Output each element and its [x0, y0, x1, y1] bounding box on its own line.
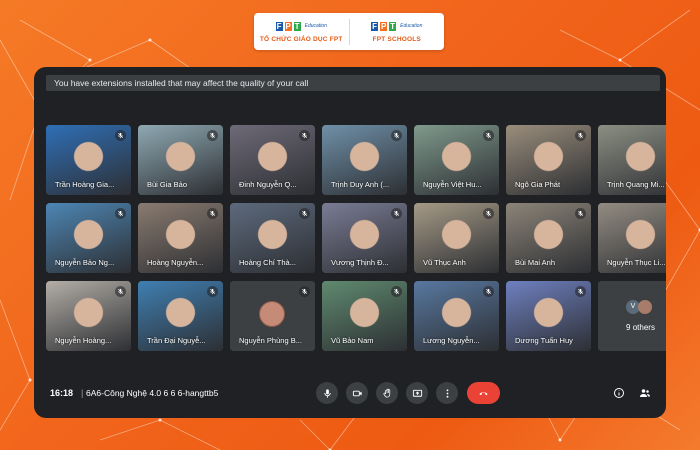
- participant-tile[interactable]: Bùi Mai Anh: [506, 203, 591, 273]
- present-icon: [412, 389, 422, 397]
- fpt-letter-f: F: [275, 21, 283, 31]
- participant-name: Nguyễn Bảo Ng...: [55, 258, 115, 267]
- fpt-logo-banner: F P T Education TỔ CHỨC GIÁO DỤC FPT F P…: [254, 13, 444, 50]
- fpt-education-logo: F P T Education TỔ CHỨC GIÁO DỤC FPT: [254, 13, 349, 50]
- mic-off-icon: [299, 286, 310, 297]
- raise-hand-button[interactable]: [376, 382, 398, 404]
- participant-name: Vương Thịnh Đ...: [331, 258, 389, 267]
- avatar: [259, 301, 285, 327]
- participant-tile[interactable]: Ngô Gia Phát: [506, 125, 591, 195]
- mic-off-icon: [207, 130, 218, 141]
- fpt-letter-f: F: [371, 21, 379, 31]
- end-call-button[interactable]: [467, 382, 500, 404]
- others-count: 9 others: [626, 323, 655, 332]
- mic-off-icon: [115, 130, 126, 141]
- mic-off-icon: [391, 130, 402, 141]
- end-call-icon: [479, 391, 488, 395]
- mic-off-icon: [483, 130, 494, 141]
- participant-tile[interactable]: Lương Nguyễn...: [414, 281, 499, 351]
- mic-off-icon: [575, 208, 586, 219]
- fpt-letter-p: P: [284, 21, 292, 31]
- participant-tile[interactable]: Trịnh Quang Mi...: [598, 125, 666, 195]
- education-label: Education: [304, 23, 327, 29]
- participant-name: Dương Tuấn Huy: [515, 336, 573, 345]
- participant-name: Bùi Mai Anh: [515, 258, 556, 267]
- participant-name: Vũ Thục Anh: [423, 258, 466, 267]
- mic-off-icon: [483, 286, 494, 297]
- mic-off-icon: [115, 208, 126, 219]
- participant-name: Bùi Gia Bảo: [147, 180, 188, 189]
- participant-tile[interactable]: Hoàng Nguyễn...: [138, 203, 223, 273]
- mic-off-icon: [207, 286, 218, 297]
- more-options-icon: [446, 388, 448, 398]
- education-label: Education: [400, 23, 423, 29]
- mic-off-icon: [575, 130, 586, 141]
- others-tile[interactable]: V 9 others: [598, 281, 666, 351]
- mic-off-icon: [299, 208, 310, 219]
- participant-name: Trịnh Duy Anh (...: [331, 180, 390, 189]
- participant-name: Hoàng Nguyễn...: [147, 258, 204, 267]
- video-feed: [598, 281, 666, 351]
- meet-window: You have extensions installed that may a…: [34, 67, 666, 418]
- info-button[interactable]: [611, 385, 627, 401]
- participant-tile[interactable]: Vương Thịnh Đ...: [322, 203, 407, 273]
- raise-hand-icon: [382, 388, 390, 398]
- participant-tile[interactable]: Nguyễn Thục Li...: [598, 203, 666, 273]
- participant-tile[interactable]: Vũ Bảo Nam: [322, 281, 407, 351]
- participant-tile[interactable]: Nguyễn Hoàng...: [46, 281, 131, 351]
- participant-tile[interactable]: Vũ Thục Anh: [414, 203, 499, 273]
- camera-icon: [352, 390, 362, 396]
- meeting-time: 16:18: [50, 388, 74, 398]
- participant-name: Nguyễn Phùng B...: [239, 336, 302, 345]
- camera-button[interactable]: [346, 382, 368, 404]
- extensions-warning: You have extensions installed that may a…: [46, 75, 660, 91]
- participant-tile[interactable]: Trần Hoàng Gia...: [46, 125, 131, 195]
- mic-button[interactable]: [316, 382, 338, 404]
- participant-tile[interactable]: Nguyễn Việt Hu...: [414, 125, 499, 195]
- avatar: [638, 300, 652, 314]
- fpt-letter-p: P: [380, 21, 388, 31]
- mic-icon: [323, 388, 331, 398]
- meeting-name: 6A6-Công Nghệ 4.0 6 6 6-hangttb5: [86, 388, 219, 398]
- mic-off-icon: [391, 286, 402, 297]
- more-options-button[interactable]: [436, 382, 458, 404]
- fpt-letter-t: T: [293, 21, 301, 31]
- separator: |: [81, 388, 84, 398]
- participant-tile[interactable]: Hoàng Chí Thà...: [230, 203, 315, 273]
- info-icon: [614, 388, 624, 398]
- participant-name: Lương Nguyễn...: [423, 336, 480, 345]
- participant-tile[interactable]: Bùi Gia Bảo: [138, 125, 223, 195]
- fpt-letter-t: T: [389, 21, 397, 31]
- participant-name: Vũ Bảo Nam: [331, 336, 374, 345]
- participant-tile[interactable]: Trịnh Duy Anh (...: [322, 125, 407, 195]
- right-logo-text: FPT SCHOOLS: [372, 36, 421, 43]
- participant-tile[interactable]: Đinh Nguyễn Q...: [230, 125, 315, 195]
- people-icon: [640, 389, 650, 397]
- participant-name: Trần Hoàng Gia...: [55, 180, 115, 189]
- participant-name: Hoàng Chí Thà...: [239, 258, 296, 267]
- mic-off-icon: [207, 208, 218, 219]
- participant-name: Trần Đại Nguyễ...: [147, 336, 206, 345]
- participant-tile[interactable]: Dương Tuấn Huy: [506, 281, 591, 351]
- mic-off-icon: [483, 208, 494, 219]
- participant-name: Nguyễn Hoàng...: [55, 336, 112, 345]
- mic-off-icon: [575, 286, 586, 297]
- participant-tile[interactable]: Nguyễn Phùng B...: [230, 281, 315, 351]
- mic-off-icon: [299, 130, 310, 141]
- participant-name: Trịnh Quang Mi...: [607, 180, 665, 189]
- left-logo-text: TỔ CHỨC GIÁO DỤC FPT: [259, 36, 343, 43]
- people-button[interactable]: [637, 385, 653, 401]
- participant-tile[interactable]: Trần Đại Nguyễ...: [138, 281, 223, 351]
- present-button[interactable]: [406, 382, 428, 404]
- mic-off-icon: [115, 286, 126, 297]
- participant-tile[interactable]: Nguyễn Bảo Ng...: [46, 203, 131, 273]
- participant-name: Nguyễn Việt Hu...: [423, 180, 482, 189]
- others-avatars: V: [626, 300, 656, 314]
- participant-name: Đinh Nguyễn Q...: [239, 180, 297, 189]
- participant-name: Nguyễn Thục Li...: [607, 258, 666, 267]
- participant-name: Ngô Gia Phát: [515, 180, 561, 189]
- mic-off-icon: [391, 208, 402, 219]
- fpt-schools-logo: F P T Education FPT SCHOOLS: [350, 13, 445, 50]
